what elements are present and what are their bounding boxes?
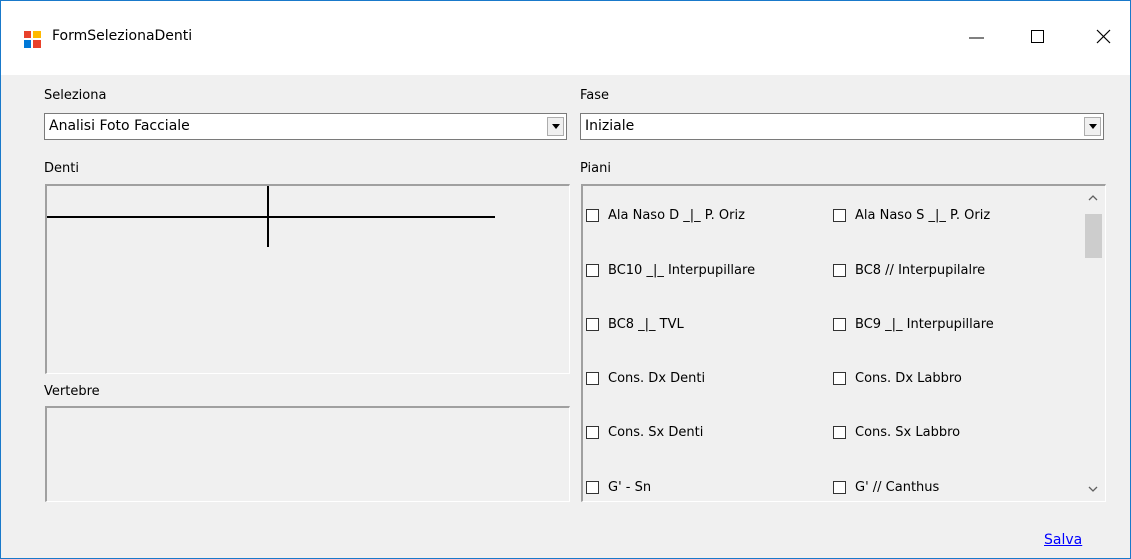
scrollbar-thumb[interactable] [1085, 214, 1102, 258]
form-window: FormSelezionaDenti Seleziona Analisi Fot… [0, 0, 1131, 559]
chevron-down-icon [552, 124, 560, 129]
teeth-quadrant-cross [47, 186, 495, 247]
checkbox[interactable] [833, 425, 846, 439]
checkbox-item[interactable]: Ala Naso D _|_ P. Oriz [586, 205, 745, 225]
piani-checkbox-list[interactable]: Ala Naso D _|_ P. Oriz Ala Naso S _|_ P.… [581, 184, 1106, 502]
salva-link[interactable]: Salva [1044, 532, 1082, 548]
checkbox[interactable] [833, 208, 846, 222]
checkbox[interactable] [833, 371, 846, 385]
minimize-button[interactable] [954, 15, 1000, 59]
checkbox[interactable] [586, 317, 599, 331]
vertebre-label: Vertebre [44, 384, 100, 399]
close-icon [1096, 29, 1111, 44]
seleziona-dropdown-button[interactable] [547, 117, 564, 136]
checkbox-label: Cons. Sx Denti [608, 424, 704, 440]
checkbox-item[interactable]: BC9 _|_ Interpupillare [833, 314, 994, 334]
fase-value: Iniziale [585, 118, 635, 134]
title-bar[interactable]: FormSelezionaDenti [1, 1, 1130, 75]
seleziona-label: Seleziona [44, 88, 107, 103]
window-title: FormSelezionaDenti [52, 28, 193, 44]
checkbox-item[interactable]: G' // Canthus [833, 477, 939, 497]
checkbox[interactable] [586, 425, 599, 439]
checkbox-item[interactable]: Cons. Dx Labbro [833, 368, 962, 388]
checkbox-item[interactable]: Cons. Dx Denti [586, 368, 705, 388]
scroll-down-icon[interactable] [1088, 486, 1098, 492]
checkbox-label: Cons. Dx Labbro [855, 370, 962, 386]
checkbox-item[interactable]: Cons. Sx Labbro [833, 422, 960, 442]
checkbox-label: BC9 _|_ Interpupillare [855, 316, 994, 332]
checkbox[interactable] [833, 263, 846, 277]
scroll-up-icon[interactable] [1088, 195, 1098, 201]
checkbox-label: Cons. Sx Labbro [855, 424, 961, 440]
fase-dropdown-button[interactable] [1084, 117, 1101, 136]
checkbox-item[interactable]: Ala Naso S _|_ P. Oriz [833, 205, 990, 225]
chevron-down-icon [1089, 124, 1097, 129]
checkbox[interactable] [833, 480, 846, 494]
maximize-button[interactable] [1015, 15, 1061, 59]
checkbox-label: Ala Naso D _|_ P. Oriz [608, 207, 745, 223]
vertebre-panel[interactable] [45, 406, 570, 502]
checkbox[interactable] [833, 317, 846, 331]
piani-label: Piani [580, 161, 611, 176]
checkbox[interactable] [586, 208, 599, 222]
checkbox-label: Cons. Dx Denti [608, 370, 706, 386]
denti-label: Denti [44, 161, 79, 176]
checkbox-label: G' - Sn [608, 479, 652, 495]
checkbox-item[interactable]: Cons. Sx Denti [586, 422, 703, 442]
checkbox-label: BC8 _|_ TVL [608, 316, 684, 332]
minimize-icon [969, 37, 984, 39]
fase-combobox[interactable]: Iniziale [580, 113, 1104, 140]
checkbox-item[interactable]: BC10 _|_ Interpupillare [586, 260, 755, 280]
close-button[interactable] [1081, 15, 1127, 59]
fase-label: Fase [580, 88, 610, 103]
maximize-icon [1031, 30, 1044, 43]
checkbox[interactable] [586, 263, 599, 277]
checkbox-item[interactable]: BC8 _|_ TVL [586, 314, 684, 334]
checkbox-item[interactable]: G' - Sn [586, 477, 651, 497]
app-form-icon [24, 31, 41, 48]
seleziona-value: Analisi Foto Facciale [49, 118, 190, 134]
checkbox-item[interactable]: BC8 // Interpupilalre [833, 260, 985, 280]
seleziona-combobox[interactable]: Analisi Foto Facciale [44, 113, 567, 140]
checkbox-label: G' // Canthus [855, 479, 940, 495]
checkbox[interactable] [586, 480, 599, 494]
checkbox-label: BC10 _|_ Interpupillare [608, 262, 756, 278]
checkbox-label: Ala Naso S _|_ P. Oriz [855, 207, 991, 223]
denti-panel[interactable] [45, 184, 570, 374]
checkbox-label: BC8 // Interpupilalre [855, 262, 986, 278]
vertical-scrollbar[interactable] [1081, 186, 1105, 501]
checkbox[interactable] [586, 371, 599, 385]
